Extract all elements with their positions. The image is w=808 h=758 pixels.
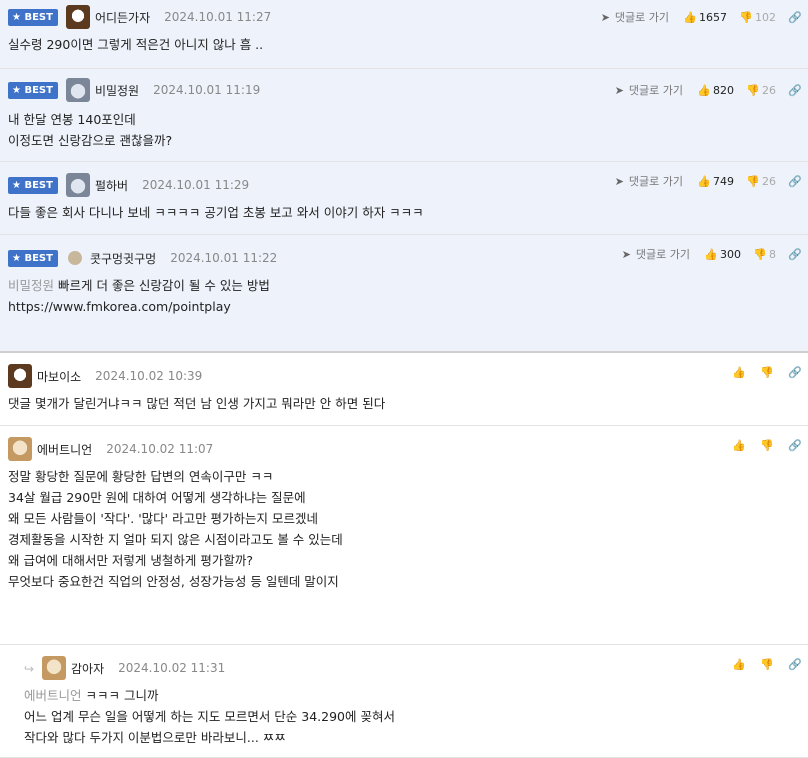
timestamp: 2024.10.01 11:29: [142, 178, 250, 192]
mention[interactable]: 에버트니언: [24, 688, 82, 703]
avatar[interactable]: [42, 656, 66, 680]
avatar[interactable]: [8, 437, 32, 461]
link-icon[interactable]: 🔗: [788, 11, 802, 24]
best-comment: ★ BEST 비밀정원 2024.10.01 11:19 ➤ 댓글로 가기 👍 8…: [0, 69, 808, 162]
nickname[interactable]: 마보이소: [37, 368, 81, 385]
comment-body: 비밀정원 빠르게 더 좋은 신랑감이 될 수 있는 방법 https://www…: [8, 275, 788, 317]
comment-body: 댓글 몇개가 달린거냐ㅋㅋ 많던 적던 남 인생 가지고 뭐라만 안 하면 된다: [8, 396, 386, 411]
link-icon[interactable]: 🔗: [788, 366, 802, 379]
downvote-count: 26: [762, 83, 776, 97]
thumbs-down-icon[interactable]: 👎: [760, 439, 774, 452]
link-icon[interactable]: 🔗: [788, 248, 802, 261]
go-to-reply-link[interactable]: ➤ 댓글로 가기: [620, 246, 690, 262]
thumbs-up-icon[interactable]: 👍: [732, 366, 746, 379]
timestamp: 2024.10.02 11:07: [106, 442, 214, 456]
comment-body: 실수령 290이면 그렇게 적은건 아니지 않나 흠 ..: [8, 37, 264, 52]
downvote-count: 26: [762, 174, 776, 188]
best-comment: ★ BEST 콧구멍귓구멍 2024.10.01 11:22 ➤ 댓글로 가기 …: [0, 235, 808, 353]
reply-arrow-icon: ↪: [24, 662, 35, 676]
thumbs-up-icon[interactable]: 👍: [683, 11, 697, 24]
comment-body: 정말 황당한 질문에 황당한 답변의 연속이구만 ㅋㅋ 34살 월급 290만 …: [8, 469, 343, 589]
upvote-count: 1657: [699, 10, 727, 24]
send-icon: ➤: [614, 175, 624, 188]
comment-body: 에버트니언 ㅋㅋㅋ 그니까 어느 업계 무슨 일을 어떻게 하는 지도 모르면서…: [24, 688, 395, 745]
downvote-count: 102: [755, 10, 776, 24]
send-icon: ➤: [614, 84, 624, 97]
avatar[interactable]: [65, 173, 90, 197]
best-comment: ★ BEST 펄하버 2024.10.01 11:29 ➤ 댓글로 가기 👍 74…: [0, 162, 808, 235]
link-icon[interactable]: 🔗: [788, 175, 802, 188]
upvote-count: 300: [720, 247, 741, 261]
best-badge: ★ BEST: [8, 176, 58, 194]
mention[interactable]: 비밀정원: [8, 278, 54, 293]
avatar[interactable]: [65, 78, 90, 102]
best-badge: ★ BEST: [8, 8, 58, 26]
timestamp: 2024.10.02 11:31: [118, 661, 226, 675]
link-icon[interactable]: 🔗: [788, 84, 802, 97]
link-icon[interactable]: 🔗: [788, 439, 802, 452]
downvote-count: 8: [769, 247, 776, 261]
avatar[interactable]: [8, 364, 32, 388]
thumbs-down-icon[interactable]: 👎: [753, 248, 767, 261]
timestamp: 2024.10.01 11:22: [170, 251, 278, 265]
upvote-count: 820: [713, 83, 734, 97]
thumbs-down-icon[interactable]: 👎: [746, 175, 760, 188]
thumbs-up-icon[interactable]: 👍: [732, 439, 746, 452]
upvote-count: 749: [713, 174, 734, 188]
thumbs-up-icon[interactable]: 👍: [704, 248, 718, 261]
thumbs-down-icon[interactable]: 👎: [746, 84, 760, 97]
nickname[interactable]: 펄하버: [95, 177, 128, 194]
external-link[interactable]: https://www.fmkorea.com/pointplay: [8, 296, 788, 317]
comment-body: 내 한달 연봉 140포인데 이정도면 신랑감으로 괜찮을까?: [8, 112, 173, 148]
go-to-reply-link[interactable]: ➤ 댓글로 가기: [613, 173, 683, 189]
timestamp: 2024.10.01 11:19: [153, 83, 261, 97]
link-icon[interactable]: 🔗: [788, 658, 802, 671]
comment-body: 다들 좋은 회사 다니나 보네 ㅋㅋㅋㅋ 공기업 초봉 보고 와서 이야기 하자…: [8, 205, 424, 220]
nickname[interactable]: 어디든가자: [95, 9, 150, 26]
comment: 에버트니언 2024.10.02 11:07 👍 👎 🔗 정말 황당한 질문에 …: [0, 426, 808, 645]
reply-comment: ↪ 감아자 2024.10.02 11:31 👍 👎 🔗 에버트니언 ㅋㅋㅋ 그…: [0, 645, 808, 758]
best-badge: ★ BEST: [8, 81, 58, 99]
thumbs-up-icon[interactable]: 👍: [697, 175, 711, 188]
nickname[interactable]: 감아자: [71, 660, 104, 677]
thumbs-down-icon[interactable]: 👎: [760, 366, 774, 379]
avatar[interactable]: [65, 5, 90, 29]
nickname[interactable]: 콧구멍귓구멍: [90, 250, 156, 267]
best-comment: ★ BEST 어디든가자 2024.10.01 11:27 ➤ 댓글로 가기 👍…: [0, 0, 808, 69]
avatar[interactable]: [67, 251, 82, 265]
thumbs-up-icon[interactable]: 👍: [732, 658, 746, 671]
nickname[interactable]: 에버트니언: [37, 441, 92, 458]
go-to-reply-link[interactable]: ➤ 댓글로 가기: [599, 9, 669, 25]
send-icon: ➤: [600, 11, 610, 24]
send-icon: ➤: [621, 248, 631, 261]
timestamp: 2024.10.01 11:27: [164, 10, 272, 24]
thumbs-down-icon[interactable]: 👎: [760, 658, 774, 671]
go-to-reply-link[interactable]: ➤ 댓글로 가기: [613, 82, 683, 98]
comment: 마보이소 2024.10.02 10:39 👍 👎 🔗 댓글 몇개가 달린거냐ㅋ…: [0, 353, 808, 426]
best-badge: ★ BEST: [8, 249, 58, 267]
timestamp: 2024.10.02 10:39: [95, 369, 203, 383]
thumbs-down-icon[interactable]: 👎: [739, 11, 753, 24]
nickname[interactable]: 비밀정원: [95, 82, 139, 99]
thumbs-up-icon[interactable]: 👍: [697, 84, 711, 97]
